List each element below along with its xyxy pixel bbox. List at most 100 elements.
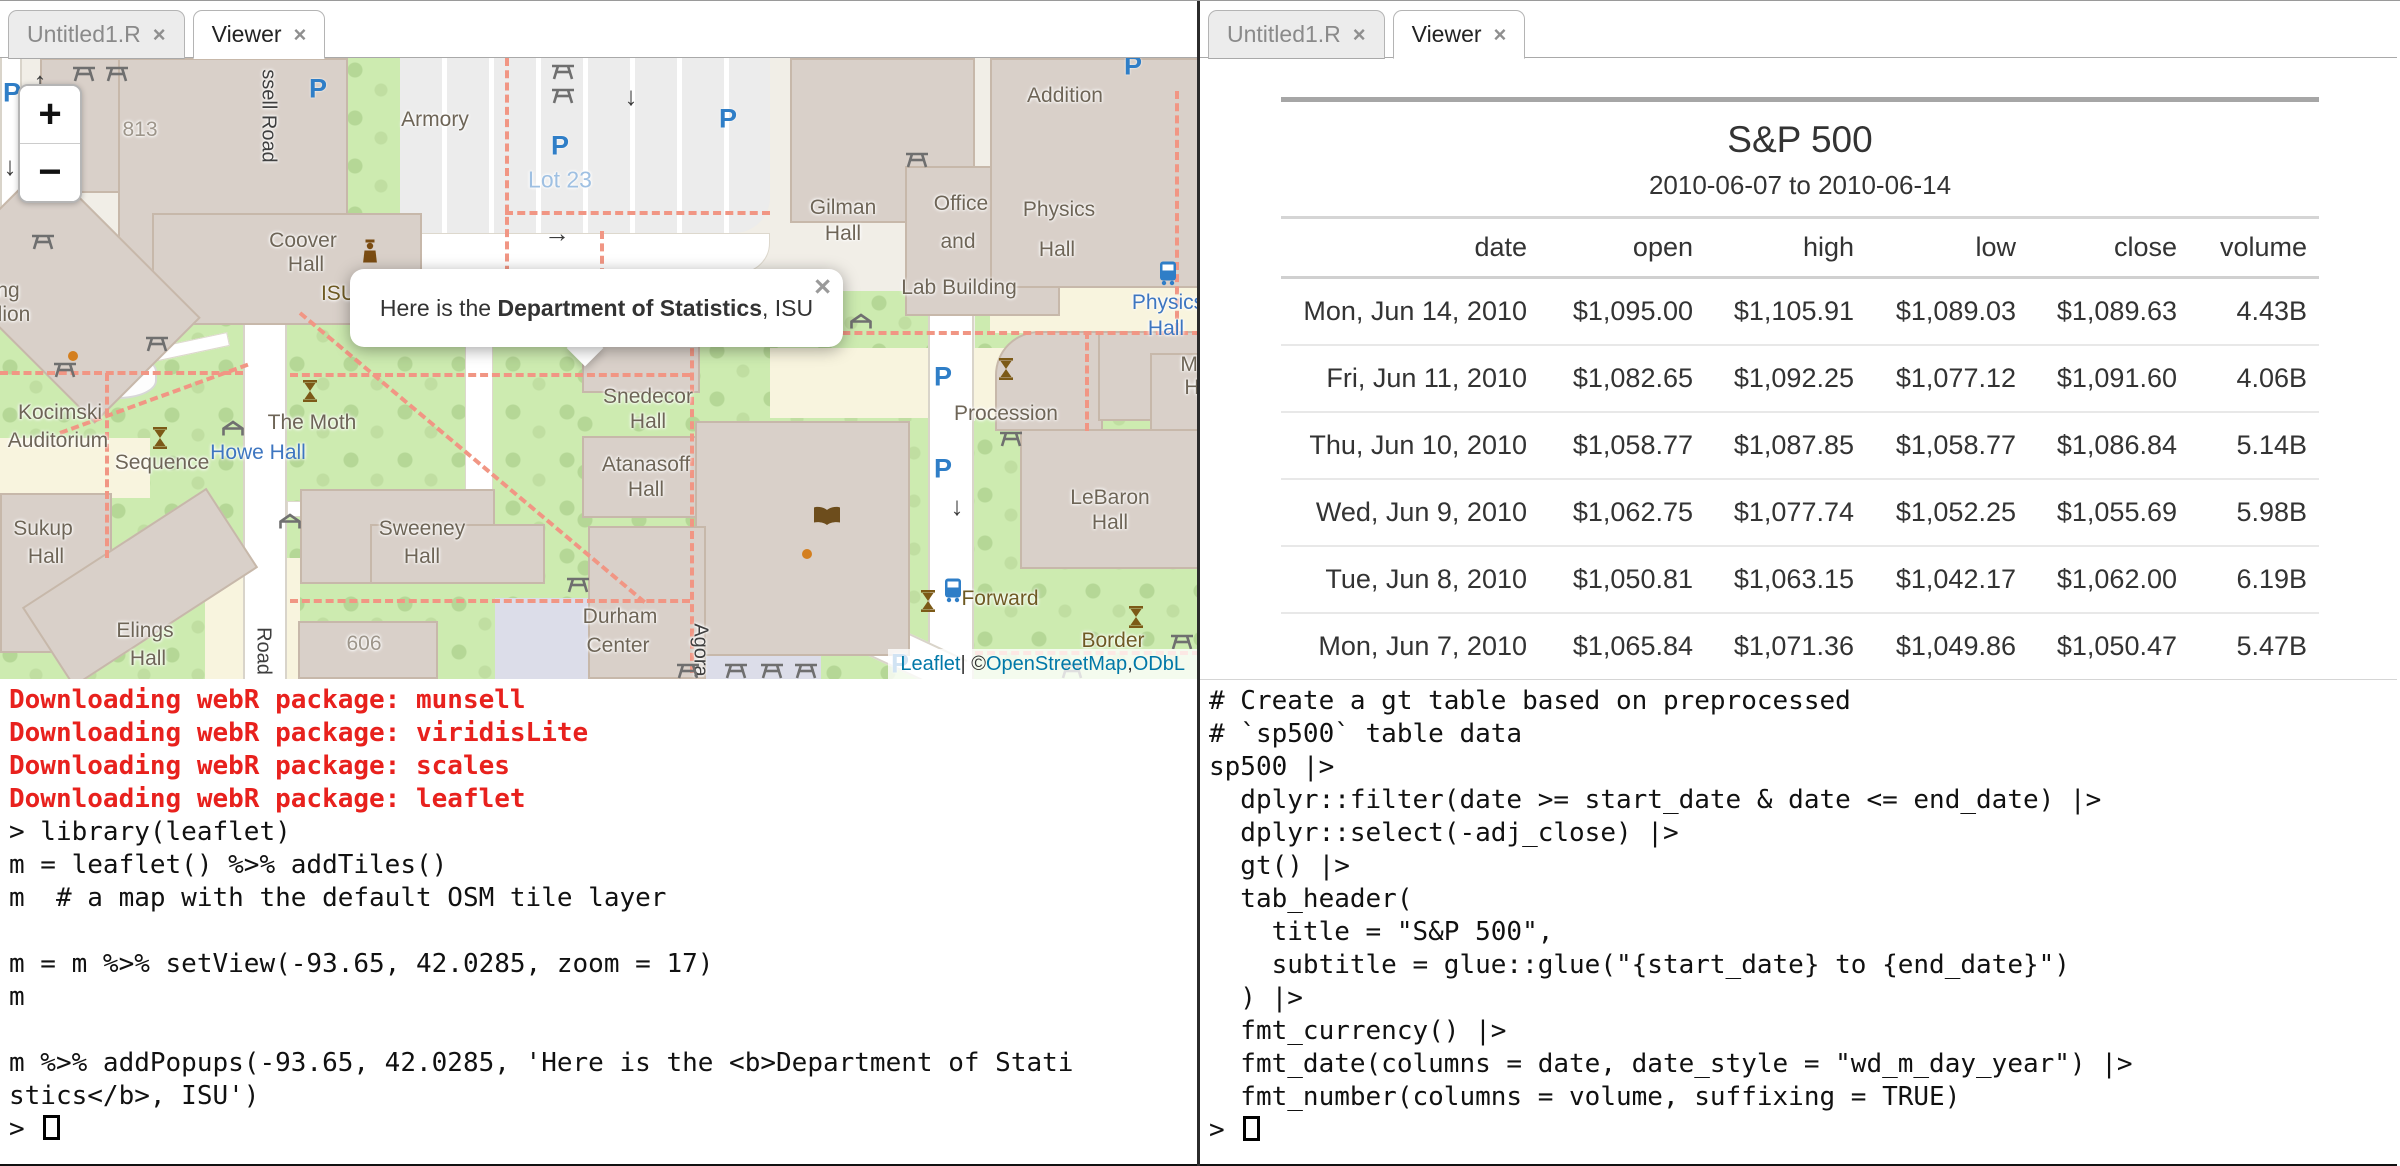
- picnic-icon: [675, 660, 701, 679]
- tab-close-icon[interactable]: ×: [1494, 22, 1507, 48]
- attribution-link[interactable]: OpenStreetMap: [986, 653, 1127, 676]
- map-label: Physics: [1023, 198, 1095, 222]
- map-label: Sequence: [115, 451, 210, 475]
- table-header-row: dateopenhighlowclosevolume: [1281, 219, 2319, 278]
- tab-viewer[interactable]: Viewer×: [1393, 10, 1526, 59]
- picnic-icon: [565, 574, 591, 594]
- console-line: Downloading webR package: viridisLite: [9, 717, 1197, 750]
- map-parking-lot-23: [400, 58, 770, 233]
- table-cell: 4.06B: [2189, 345, 2319, 412]
- table-row: Thu, Jun 10, 2010$1,058.77$1,087.85$1,05…: [1281, 412, 2319, 479]
- map-label: and: [940, 230, 975, 254]
- table-cell: $1,077.74: [1705, 479, 1866, 546]
- table-column-header: open: [1539, 219, 1705, 278]
- map-label: Hall: [825, 222, 861, 246]
- table-cell: $1,089.03: [1866, 278, 2028, 346]
- console-line: Downloading webR package: leaflet: [9, 783, 1197, 816]
- map-attribution: Leaflet | © OpenStreetMap, ODbL: [888, 649, 1197, 679]
- table-cell: $1,091.60: [2028, 345, 2189, 412]
- map-label: Road: [252, 627, 275, 675]
- picnic-icon: [723, 660, 749, 679]
- map-label: Hall: [404, 545, 440, 569]
- zoom-in-button[interactable]: +: [20, 86, 80, 143]
- map-label: Hall: [1039, 238, 1075, 262]
- left-console[interactable]: Downloading webR package: munsellDownloa…: [0, 679, 1197, 1166]
- map-label: Auditorium: [8, 429, 108, 453]
- map-label: ssell Road: [257, 69, 280, 162]
- picnic-icon: [550, 85, 576, 105]
- parking-icon: P: [1124, 58, 1142, 80]
- table-cell: Mon, Jun 14, 2010: [1281, 278, 1539, 346]
- map-label: Armory: [401, 108, 469, 132]
- map-label: Lab Building: [901, 276, 1017, 300]
- console-line: # `sp500` table data: [1209, 718, 2397, 751]
- console-cursor[interactable]: [1243, 1116, 1260, 1141]
- table-title: S&P 500: [1281, 102, 2319, 170]
- zoom-out-button[interactable]: −: [20, 143, 80, 201]
- picnic-icon: [550, 61, 576, 81]
- tab-close-icon[interactable]: ×: [153, 22, 166, 48]
- picnic-icon: [904, 149, 930, 169]
- console-line: gt() |>: [1209, 850, 2397, 883]
- hourglass-icon: [998, 358, 1014, 380]
- map-label: Forward: [961, 587, 1038, 611]
- map-label: Physics: [1132, 291, 1197, 315]
- left-tab-bar: Untitled1.R×Viewer×: [0, 1, 1197, 58]
- table-cell: Thu, Jun 10, 2010: [1281, 412, 1539, 479]
- map-label: Ma: [1180, 353, 1197, 377]
- map-label: Center: [586, 634, 649, 658]
- tab-close-icon[interactable]: ×: [1353, 22, 1366, 48]
- popup-close-icon[interactable]: ×: [814, 273, 831, 302]
- map-label: lion: [0, 303, 30, 327]
- table-cell: $1,087.85: [1705, 412, 1866, 479]
- console-prompt-line[interactable]: >: [1209, 1114, 2397, 1147]
- table-cell: $1,086.84: [2028, 412, 2189, 479]
- table-subtitle: 2010-06-07 to 2010-06-14: [1281, 170, 2319, 219]
- console-line: fmt_currency() |>: [1209, 1015, 2397, 1048]
- hourglass-icon: [302, 380, 318, 402]
- console-line: [9, 1014, 1197, 1047]
- gt-viewer: S&P 500 2010-06-07 to 2010-06-14 dateope…: [1200, 58, 2397, 679]
- table-column-header: high: [1705, 219, 1866, 278]
- map-footpath: [290, 373, 690, 377]
- table-cell: 6.19B: [2189, 546, 2319, 613]
- left-panel: Untitled1.R×Viewer×: [0, 1, 1200, 1166]
- tab-label: Untitled1.R: [1227, 21, 1341, 48]
- shelter-icon: [849, 313, 873, 330]
- map-label: Office: [934, 192, 988, 216]
- bus-icon: [1158, 261, 1178, 286]
- parking-icon: P: [719, 106, 737, 133]
- table-cell: 5.14B: [2189, 412, 2319, 479]
- table-cell: $1,065.84: [1539, 613, 1705, 679]
- picnic-icon: [52, 359, 78, 379]
- tab-untitled1-r[interactable]: Untitled1.R ×: [1208, 10, 1385, 59]
- console-line: dplyr::select(-adj_close) |>: [1209, 817, 2397, 850]
- map-footpath: [290, 599, 690, 603]
- map-label: Coover: [269, 229, 337, 253]
- map-label: Durham: [583, 605, 658, 629]
- console-cursor[interactable]: [43, 1115, 60, 1140]
- table-cell: $1,050.81: [1539, 546, 1705, 613]
- tab-untitled1-r[interactable]: Untitled1.R×: [8, 10, 185, 59]
- tab-viewer[interactable]: Viewer×: [193, 10, 326, 59]
- attribution-link[interactable]: ODbL: [1133, 653, 1185, 676]
- map-label: Kocimski: [18, 401, 102, 425]
- table-cell: Tue, Jun 8, 2010: [1281, 546, 1539, 613]
- leaflet-map[interactable]: AdditionArmory813Lot 23ISU PoliceGilmanH…: [0, 58, 1197, 679]
- map-label: Hall: [28, 545, 64, 569]
- map-label: ng: [0, 279, 20, 303]
- tab-close-icon[interactable]: ×: [294, 22, 307, 48]
- map-label: Snedecor: [603, 385, 693, 409]
- hourglass-icon: [1128, 606, 1144, 628]
- table-cell: $1,049.86: [1866, 613, 2028, 679]
- table-column-header: close: [2028, 219, 2189, 278]
- right-console[interactable]: # Create a gt table based on preprocesse…: [1200, 679, 2397, 1166]
- picnic-icon: [71, 63, 97, 83]
- table-cell: $1,089.63: [2028, 278, 2189, 346]
- hourglass-icon: [920, 590, 936, 612]
- parking-icon: P: [551, 133, 569, 160]
- console-prompt-line[interactable]: >: [9, 1113, 1197, 1146]
- table-cell: Mon, Jun 7, 2010: [1281, 613, 1539, 679]
- attribution-link[interactable]: Leaflet: [900, 653, 960, 676]
- map-label: Sukup: [13, 517, 73, 541]
